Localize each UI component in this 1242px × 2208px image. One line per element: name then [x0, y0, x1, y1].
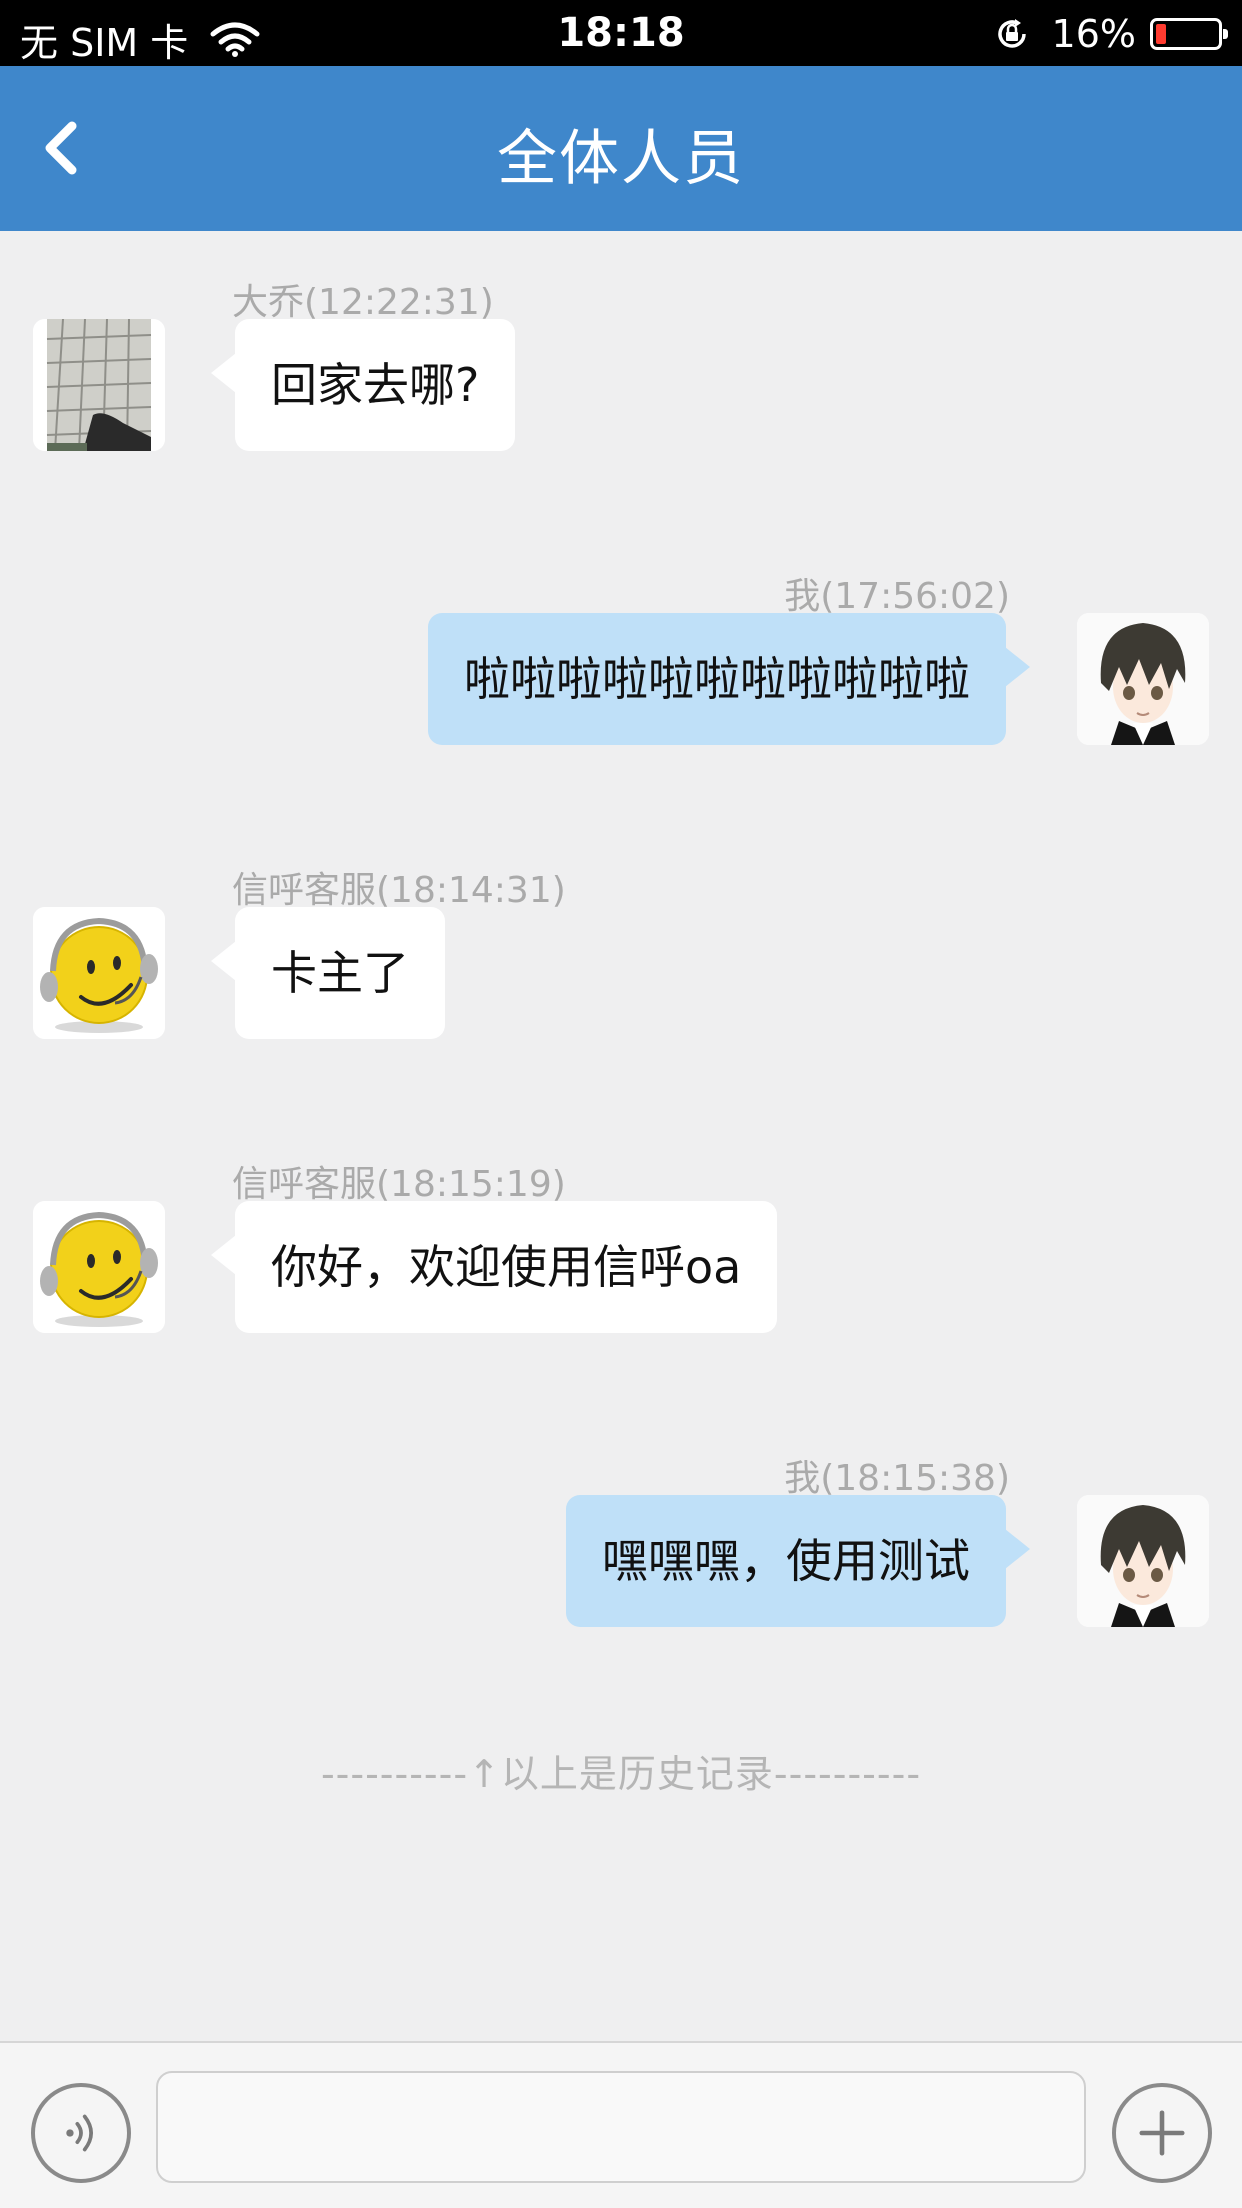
input-bar [0, 2041, 1242, 2208]
history-divider: ----------↑以上是历史记录---------- [320, 1752, 922, 1796]
avatar[interactable] [33, 319, 165, 451]
battery-percent: 16% [1051, 12, 1136, 56]
avatar[interactable] [1077, 1495, 1209, 1627]
message-bubble[interactable]: 啦啦啦啦啦啦啦啦啦啦啦 [428, 613, 1030, 745]
chat-list[interactable]: 大乔(12:22:31) 回家去哪? 我(17:56:02) 啦啦啦啦啦啦啦啦啦… [0, 231, 1242, 2041]
message-bubble[interactable]: 你好，欢迎使用信呼oa [210, 1201, 778, 1333]
avatar[interactable] [33, 1201, 165, 1333]
message-sender-time: 大乔(12:22:31) [232, 282, 494, 323]
message-sender-time: 我(18:15:38) [784, 1458, 1010, 1499]
message-sender-time: 我(17:56:02) [784, 576, 1010, 617]
page-title: 全体人员 [497, 124, 745, 194]
smiley-headset-avatar [33, 907, 165, 1039]
anime-boy-avatar [1077, 1495, 1209, 1627]
message-bubble[interactable]: 嘿嘿嘿，使用测试 [566, 1495, 1030, 1627]
battery-icon [1150, 18, 1228, 50]
smiley-headset-avatar [33, 1201, 165, 1333]
status-bar: 无 SIM 卡 18:18 16% [0, 0, 1242, 66]
battery-status: 16% [994, 12, 1228, 56]
avatar[interactable] [33, 907, 165, 1039]
message-sender-time: 信呼客服(18:14:31) [232, 870, 566, 911]
avatar[interactable] [1077, 613, 1209, 745]
nav-bar: 全体人员 [0, 66, 1242, 231]
message-bubble[interactable]: 回家去哪? [210, 319, 516, 451]
message-input[interactable] [156, 2071, 1086, 2183]
message-sender-time: 信呼客服(18:15:19) [232, 1164, 566, 1205]
anime-boy-avatar [1077, 613, 1209, 745]
message-bubble[interactable]: 卡主了 [211, 907, 445, 1039]
plus-icon [1139, 2110, 1185, 2156]
battery-level [1156, 24, 1166, 44]
rotation-lock-icon [997, 19, 1026, 48]
voice-icon [66, 2114, 93, 2152]
voice-button[interactable] [31, 2083, 131, 2183]
more-button[interactable] [1112, 2083, 1212, 2183]
photo-tiles-avatar [33, 319, 165, 451]
